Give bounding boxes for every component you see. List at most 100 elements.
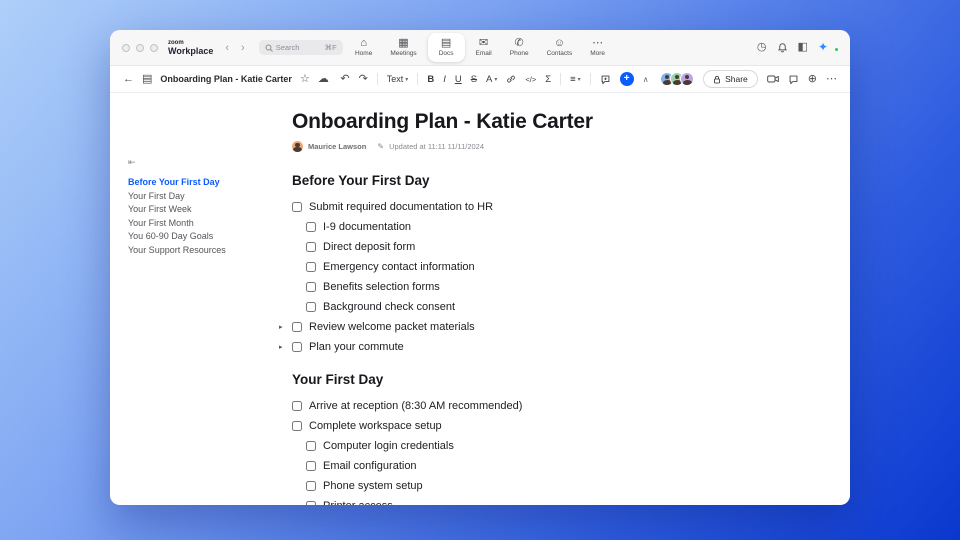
formula-icon[interactable]: Σ [545,74,551,85]
checklist-item[interactable]: ▸ Submit required documentation to HR [292,197,732,217]
checklist-item[interactable]: ▸ I-9 documentation [306,217,732,237]
clock-icon[interactable]: ◷ [757,42,767,53]
outline-item[interactable]: You 60-90 Day Goals [128,230,280,244]
expand-chevron-icon[interactable]: ▸ [279,343,283,351]
outline-item[interactable]: Before Your First Day [128,176,280,190]
chevron-down-icon: ▾ [577,76,581,83]
document-toolbar: ← ▤ Onboarding Plan - Katie Carter ☆ ☁ ↶… [110,66,850,93]
checkbox[interactable] [292,322,302,332]
notifications-bell-icon[interactable] [777,42,788,53]
side-panel-toggle-icon[interactable]: ◧ [798,42,808,53]
app-tab[interactable]: ✆ Phone [501,30,538,65]
minimize-window-button[interactable] [136,43,144,52]
checklist-item[interactable]: ▸ Printer access [306,496,732,505]
history-forward-button[interactable]: › [241,42,245,54]
checklist-label: Computer login credentials [323,440,454,452]
globe-icon[interactable]: ⊕ [808,73,817,85]
collapse-outline-icon[interactable]: ⇤ [128,157,280,168]
app-tab-label: Docs [438,50,454,57]
app-tab-label: Phone [509,50,529,57]
outline-item[interactable]: Your First Week [128,203,280,217]
undo-button[interactable]: ↶ [340,73,349,85]
outline-item-label: You 60-90 Day Goals [128,231,214,241]
collapse-toolbar-icon[interactable]: ∧ [643,75,649,84]
app-tab[interactable]: ☺ Contacts [538,30,582,65]
checklist-label: Benefits selection forms [323,281,440,293]
chat-icon[interactable] [788,74,799,85]
app-tab-label: Contacts [546,50,573,57]
ai-insert-button[interactable]: + [619,72,634,86]
outline-item-label: Your First Week [128,204,192,214]
app-tab[interactable]: ▤ Docs [427,33,465,62]
checkbox[interactable] [306,481,316,491]
app-tab[interactable]: ▦ Meetings [381,30,425,65]
checklist-item[interactable]: ▸ Phone system setup [306,476,732,496]
checklist-label: Review welcome packet materials [309,321,475,333]
checkbox[interactable] [306,302,316,312]
more-options-icon[interactable]: ⋯ [826,73,837,85]
outline-item[interactable]: Your First Month [128,217,280,231]
checklist-item[interactable]: ▸ Benefits selection forms [306,277,732,297]
strikethrough-button[interactable]: S [471,74,477,85]
close-window-button[interactable] [122,43,130,52]
underline-button[interactable]: U [455,74,462,85]
video-call-icon[interactable] [766,74,779,84]
checklist: ▸ Arrive at reception (8:30 AM recommend… [292,396,732,505]
section-heading: Your First Day [292,372,384,387]
checkbox[interactable] [306,222,316,232]
insert-link-icon[interactable] [506,74,516,84]
checkbox[interactable] [306,501,316,505]
checkbox[interactable] [306,282,316,292]
window-controls[interactable] [122,43,158,52]
ai-companion-icon[interactable]: ✦ [818,41,828,53]
app-tab[interactable]: ⋯ More [581,30,614,65]
back-button[interactable]: ← [123,73,134,85]
search-input[interactable]: Search ⌘F [258,40,343,55]
checkbox[interactable] [306,441,316,451]
app-tab[interactable]: ✉ Email [467,30,501,65]
add-comment-icon[interactable] [600,74,611,85]
toolbar-divider [589,73,591,85]
search-icon [265,44,273,52]
checklist-item[interactable]: ▸ Email configuration [306,456,732,476]
checkbox[interactable] [292,401,302,411]
checkbox[interactable] [292,202,302,212]
checklist-item[interactable]: ▸ Computer login credentials [306,436,732,456]
docs-home-icon[interactable]: ▤ [142,73,152,85]
maximize-window-button[interactable] [150,43,158,52]
checklist-item[interactable]: ▸ Plan your commute [279,337,732,357]
section-heading: Before Your First Day [292,173,430,188]
outline-item[interactable]: Your First Day [128,190,280,204]
text-style-dropdown[interactable]: Text ▾ [387,74,409,84]
text-color-dropdown[interactable]: A ▾ [486,74,497,85]
checklist-item[interactable]: ▸ Complete workspace setup [292,416,732,436]
history-back-button[interactable]: ‹ [225,42,229,54]
checklist-item[interactable]: ▸ Direct deposit form [306,237,732,257]
redo-button[interactable]: ↷ [359,73,368,85]
outline-item[interactable]: Your Support Resources [128,244,280,258]
favorite-star-icon[interactable]: ☆ [300,73,310,85]
checkbox[interactable] [292,421,302,431]
chevron-down-icon: ▾ [405,76,409,83]
collaborator-avatars[interactable] [660,72,695,86]
app-chrome-bar: zoom Workplace ‹ › Search ⌘F ⌂ Home ▦ Me… [110,30,850,66]
checkbox[interactable] [292,342,302,352]
outline-item-label: Your First Day [128,190,185,201]
expand-chevron-icon[interactable]: ▸ [279,323,283,331]
checklist-label: Email configuration [323,460,417,472]
checklist-item[interactable]: ▸ Emergency contact information [306,257,732,277]
italic-button[interactable]: I [443,74,446,85]
checklist-item[interactable]: ▸ Arrive at reception (8:30 AM recommend… [292,396,732,416]
checkbox[interactable] [306,242,316,252]
list-icon: ≡ [570,73,576,85]
checkbox[interactable] [306,262,316,272]
toolbar-divider [376,73,378,85]
bold-button[interactable]: B [427,74,434,85]
code-block-icon[interactable]: </> [525,75,536,84]
share-button[interactable]: Share [703,70,758,88]
list-format-dropdown[interactable]: ≡ ▾ [570,74,581,85]
checklist-item[interactable]: ▸ Background check consent [306,297,732,317]
checkbox[interactable] [306,461,316,471]
checklist-item[interactable]: ▸ Review welcome packet materials [279,317,732,337]
app-tab[interactable]: ⌂ Home [346,30,381,65]
